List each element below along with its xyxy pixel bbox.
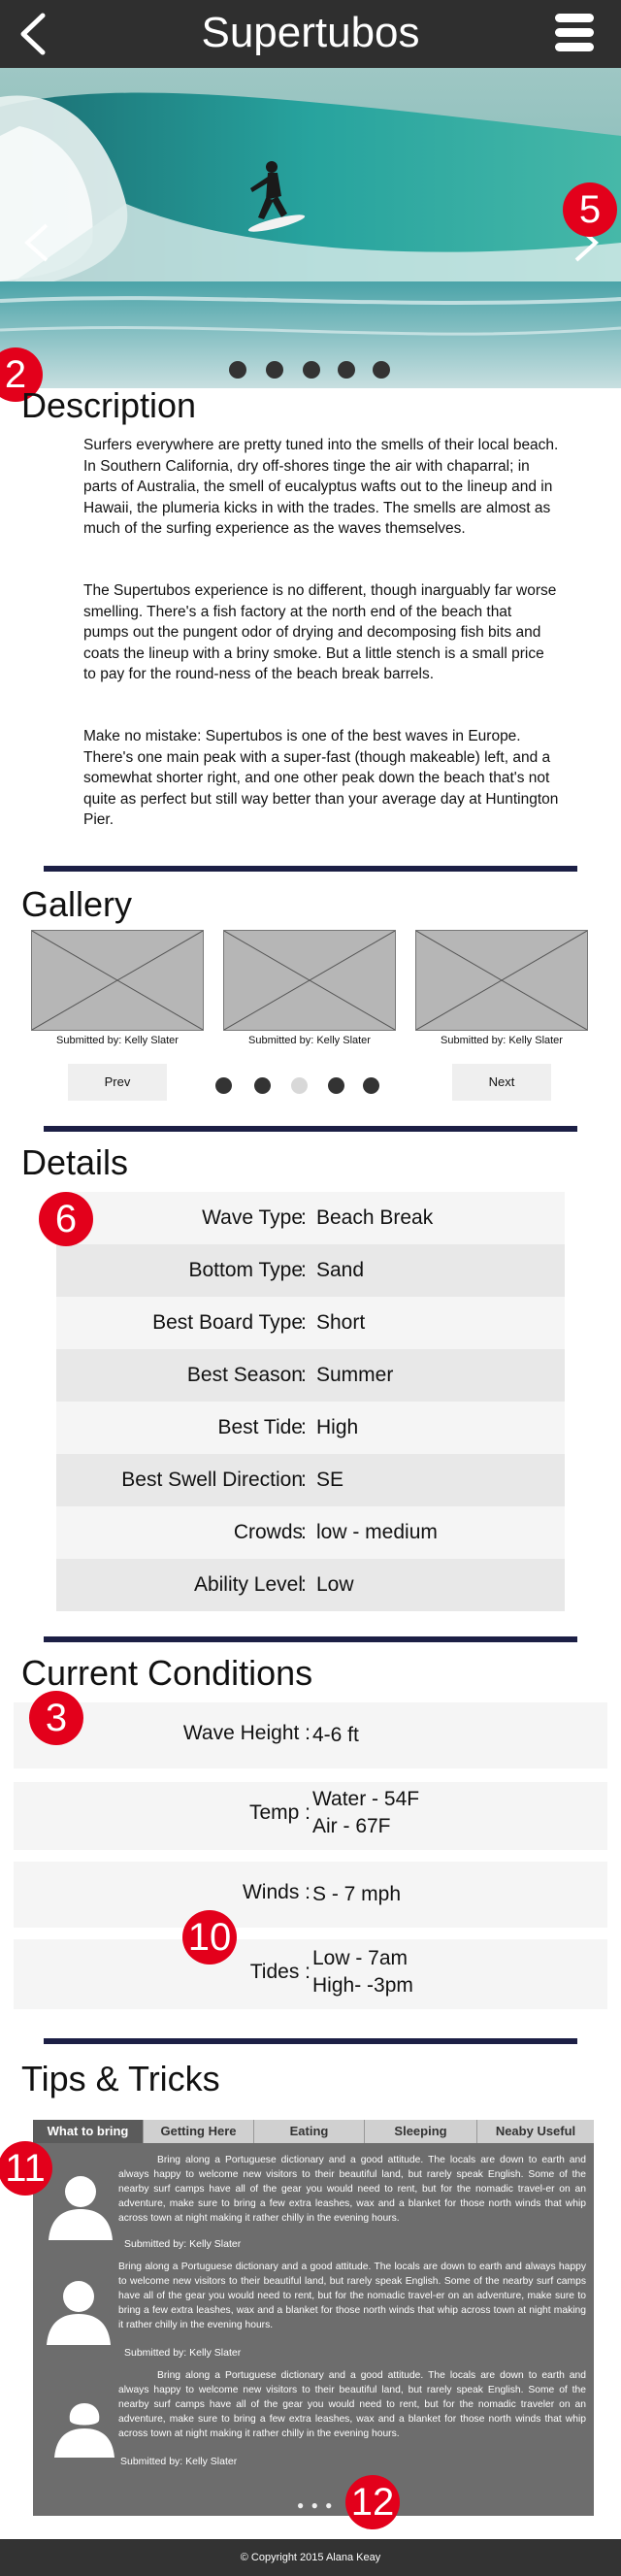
- annotation-marker-5: 5: [563, 182, 617, 237]
- detail-label: Best Swell Direction: [121, 1469, 303, 1491]
- hero-dot[interactable]: [338, 361, 355, 379]
- detail-row: Best Swell Direction: SE: [56, 1454, 565, 1506]
- condition-label: Winds :: [242, 1881, 310, 1903]
- detail-row: Wave Type: Beach Break: [56, 1192, 565, 1244]
- gallery-image-placeholder[interactable]: [415, 930, 588, 1031]
- condition-label: Wave Height :: [182, 1722, 310, 1744]
- gallery-prev-button[interactable]: Prev: [68, 1064, 167, 1101]
- conditions-heading: Current Conditions: [21, 1653, 313, 1693]
- wave-photo: [0, 68, 621, 388]
- section-divider: [44, 2038, 577, 2044]
- detail-label: Wave Type: [202, 1206, 303, 1229]
- gallery-heading: Gallery: [21, 884, 133, 924]
- section-divider: [44, 1636, 577, 1642]
- detail-row: Ability Level: Low: [56, 1559, 565, 1611]
- tab-getting-here[interactable]: Getting Here: [144, 2120, 254, 2143]
- detail-row: Best Tide: High: [56, 1402, 565, 1454]
- section-divider: [44, 866, 577, 872]
- condition-value-low: Low - 7am: [312, 1947, 409, 1969]
- detail-row: Best Board Type: Short: [56, 1297, 565, 1349]
- gallery-dot[interactable]: [363, 1077, 379, 1094]
- condition-row-wave-height: Wave Height : 4-6 ft: [14, 1702, 607, 1768]
- annotation-marker-12: 12: [345, 2475, 400, 2529]
- tip-text: Bring along a Portuguese dictionary and …: [118, 2262, 586, 2330]
- detail-row: Bottom Type: Sand: [56, 1244, 565, 1297]
- detail-value: low - medium: [316, 1521, 438, 1543]
- section-divider: [44, 1126, 577, 1132]
- gallery-caption: Submitted by: Kelly Slater: [441, 1035, 563, 1046]
- annotation-marker-11: 11: [0, 2141, 52, 2196]
- user-avatar-icon: [49, 2176, 113, 2240]
- tab-sleeping[interactable]: Sleeping: [365, 2120, 477, 2143]
- hero-dot[interactable]: [303, 361, 320, 379]
- detail-value: High: [316, 1416, 359, 1438]
- hero-dot[interactable]: [266, 361, 283, 379]
- detail-value: Summer: [316, 1364, 394, 1386]
- user-avatar-female-icon: [54, 2403, 114, 2458]
- condition-value-high: High- -3pm: [312, 1974, 413, 1997]
- description-paragraph: The Supertubos experience is no differen…: [83, 582, 557, 683]
- hamburger-menu-icon[interactable]: [555, 14, 594, 52]
- gallery-dot-active[interactable]: [291, 1077, 308, 1094]
- detail-row: Crowds: low - medium: [56, 1506, 565, 1559]
- condition-value: S - 7 mph: [312, 1883, 402, 1905]
- tips-tab-bar: What to bring Getting Here Eating Sleepi…: [33, 2120, 594, 2143]
- condition-label: Temp :: [248, 1801, 310, 1824]
- gallery-dot[interactable]: [328, 1077, 344, 1094]
- detail-value: Short: [316, 1311, 366, 1334]
- description-paragraph: Make no mistake: Supertubos is one of th…: [83, 728, 559, 829]
- tab-nearby-useful[interactable]: Neaby Useful: [477, 2120, 594, 2143]
- user-avatar-icon: [47, 2281, 111, 2345]
- annotation-marker-6: 6: [39, 1192, 93, 1246]
- detail-value: Beach Break: [316, 1206, 434, 1229]
- tip-text: Bring along a Portuguese dictionary and …: [118, 2370, 586, 2439]
- tip-submitted-by: Submitted by: Kelly Slater: [124, 2238, 242, 2250]
- tab-what-to-bring[interactable]: What to bring: [33, 2120, 144, 2143]
- tips-heading: Tips & Tricks: [21, 2059, 220, 2098]
- detail-value: Low: [316, 1573, 354, 1596]
- detail-label: Bottom Type: [188, 1259, 303, 1281]
- detail-label: Crowds: [233, 1521, 303, 1543]
- detail-label: Ability Level: [193, 1573, 303, 1596]
- tip-text: Bring along a Portuguese dictionary and …: [118, 2155, 586, 2224]
- gallery-dot[interactable]: [215, 1077, 232, 1094]
- condition-row-temp: Temp : Water - 54F Air - 67F: [14, 1782, 607, 1850]
- condition-value: 4-6 ft: [312, 1724, 359, 1746]
- annotation-marker-3: 3: [29, 1691, 83, 1745]
- hero-prev-icon[interactable]: [17, 214, 56, 272]
- condition-value-air: Air - 67F: [312, 1815, 391, 1837]
- detail-row: Best Season: Summer: [56, 1349, 565, 1402]
- details-heading: Details: [21, 1142, 129, 1182]
- gallery-dot[interactable]: [254, 1077, 271, 1094]
- condition-label: Tides :: [249, 1961, 310, 1983]
- tips-more-indicator[interactable]: ● ● ●: [297, 2498, 334, 2512]
- detail-value: SE: [316, 1469, 344, 1491]
- detail-label: Best Board Type: [152, 1311, 303, 1334]
- condition-value-water: Water - 54F: [312, 1788, 420, 1810]
- description-heading: Description: [21, 385, 197, 425]
- detail-label: Best Tide: [217, 1416, 303, 1438]
- tip-submitted-by: Submitted by: Kelly Slater: [120, 2456, 238, 2467]
- gallery-image-placeholder[interactable]: [31, 930, 204, 1031]
- top-bar: Supertubos: [0, 0, 621, 68]
- gallery-caption: Submitted by: Kelly Slater: [248, 1035, 371, 1046]
- hero-dot[interactable]: [373, 361, 390, 379]
- condition-row-winds: Winds : S - 7 mph: [14, 1862, 607, 1928]
- detail-label: Best Season: [186, 1364, 303, 1386]
- detail-value: Sand: [316, 1259, 365, 1281]
- gallery-image-placeholder[interactable]: [223, 930, 396, 1031]
- description-paragraph: Surfers everywhere are pretty tuned into…: [83, 437, 559, 538]
- footer-copyright: © Copyright 2015 Alana Keay: [0, 2539, 621, 2576]
- gallery-next-button[interactable]: Next: [452, 1064, 551, 1101]
- hero-carousel[interactable]: 5: [0, 68, 621, 388]
- tab-eating[interactable]: Eating: [254, 2120, 365, 2143]
- hero-dot[interactable]: [229, 361, 246, 379]
- annotation-marker-10: 10: [182, 1910, 237, 1965]
- tip-submitted-by: Submitted by: Kelly Slater: [124, 2347, 242, 2359]
- page-title: Supertubos: [201, 9, 420, 56]
- condition-row-tides: Tides : Low - 7am High- -3pm: [14, 1939, 607, 2009]
- gallery-caption: Submitted by: Kelly Slater: [56, 1035, 179, 1046]
